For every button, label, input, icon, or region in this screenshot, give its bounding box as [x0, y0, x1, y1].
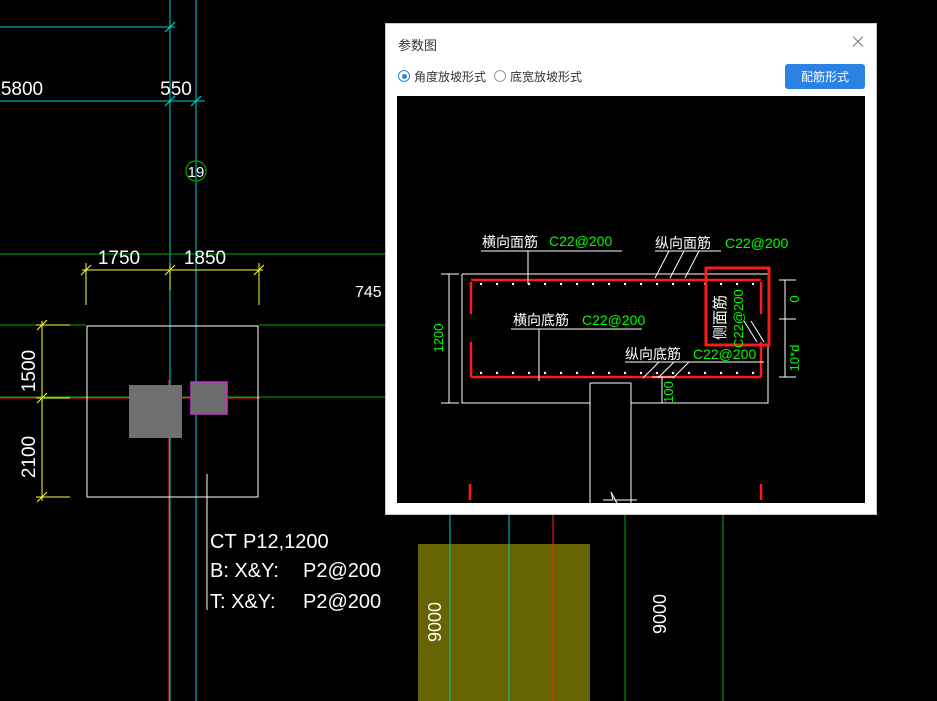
dim-550: 550 [160, 79, 192, 100]
dim-9000-right: 9000 [650, 594, 670, 634]
slope-mode-radio-group: 角度放坡形式 底宽放坡形式 [398, 68, 590, 84]
dim-line-vertical [36, 319, 70, 503]
dim-100: 100 [661, 381, 676, 403]
side-rebar-value: C22@200 [731, 289, 746, 348]
parameter-dialog: 参数图 角度放坡形式 底宽放坡形式 配筋形式 横向面筋 C22@200 纵向面筋… [385, 23, 877, 515]
bottom-rebar-spec: P2@200 [303, 560, 381, 582]
bottom-rebar-dir: B: X&Y: [210, 560, 279, 582]
side-rebar-label: 侧面筋 [711, 295, 729, 340]
dialog-title: 参数图 [398, 39, 438, 54]
radio-selected-icon[interactable] [398, 70, 410, 82]
top-rebar-spec: P2@200 [303, 591, 381, 613]
cap-annotation[interactable]: CT P12,1200 B: X&Y: P2@200 T: X&Y: P2@20… [210, 531, 381, 613]
v-bot-label: 纵向底筋 [625, 346, 681, 363]
grid-bubble-label: 19 [188, 164, 205, 181]
h-bot-label: 横向底筋 [513, 312, 569, 329]
radio-width-label: 底宽放坡形式 [510, 69, 583, 84]
h-bot-value: C22@200 [582, 312, 645, 328]
h-top-label: 横向面筋 [482, 234, 538, 251]
rebar-form-button[interactable]: 配筋形式 [785, 64, 865, 89]
cap-type: CT [210, 531, 237, 553]
dim-1500: 1500 [19, 350, 40, 392]
dim-2100: 2100 [19, 436, 40, 478]
break-symbol [603, 491, 637, 503]
parameter-diagram: 横向面筋 C22@200 纵向面筋 C22@200 横向底筋 C22@200 纵… [397, 96, 865, 503]
radio-width-slope[interactable]: 底宽放坡形式 [494, 68, 582, 85]
dim-1200: 1200 [431, 324, 446, 353]
pier-gray[interactable] [129, 385, 182, 438]
dim-0: 0 [787, 295, 802, 302]
pier-selected[interactable] [190, 381, 228, 415]
dim-1850: 1850 [184, 248, 226, 269]
cap-spec: P12,1200 [243, 531, 329, 553]
radio-angle-label: 角度放坡形式 [414, 69, 487, 84]
v-top-label: 纵向面筋 [655, 235, 711, 252]
h-top-value: C22@200 [549, 233, 612, 249]
v-bot-value: C22@200 [693, 346, 756, 362]
dim-10d: 10*d [787, 345, 802, 372]
radio-angle-slope[interactable]: 角度放坡形式 [398, 68, 486, 85]
dim-745: 745 [355, 284, 382, 301]
close-icon[interactable] [848, 32, 868, 52]
top-rebar-dir: T: X&Y: [210, 591, 276, 613]
radio-unselected-icon[interactable] [494, 70, 507, 82]
dim-9000-left: 9000 [425, 602, 445, 642]
v-top-value: C22@200 [725, 235, 788, 251]
dim-1750: 1750 [98, 248, 140, 269]
dim-5800: 5800 [1, 79, 43, 100]
dim-line-horizontal [80, 263, 265, 305]
